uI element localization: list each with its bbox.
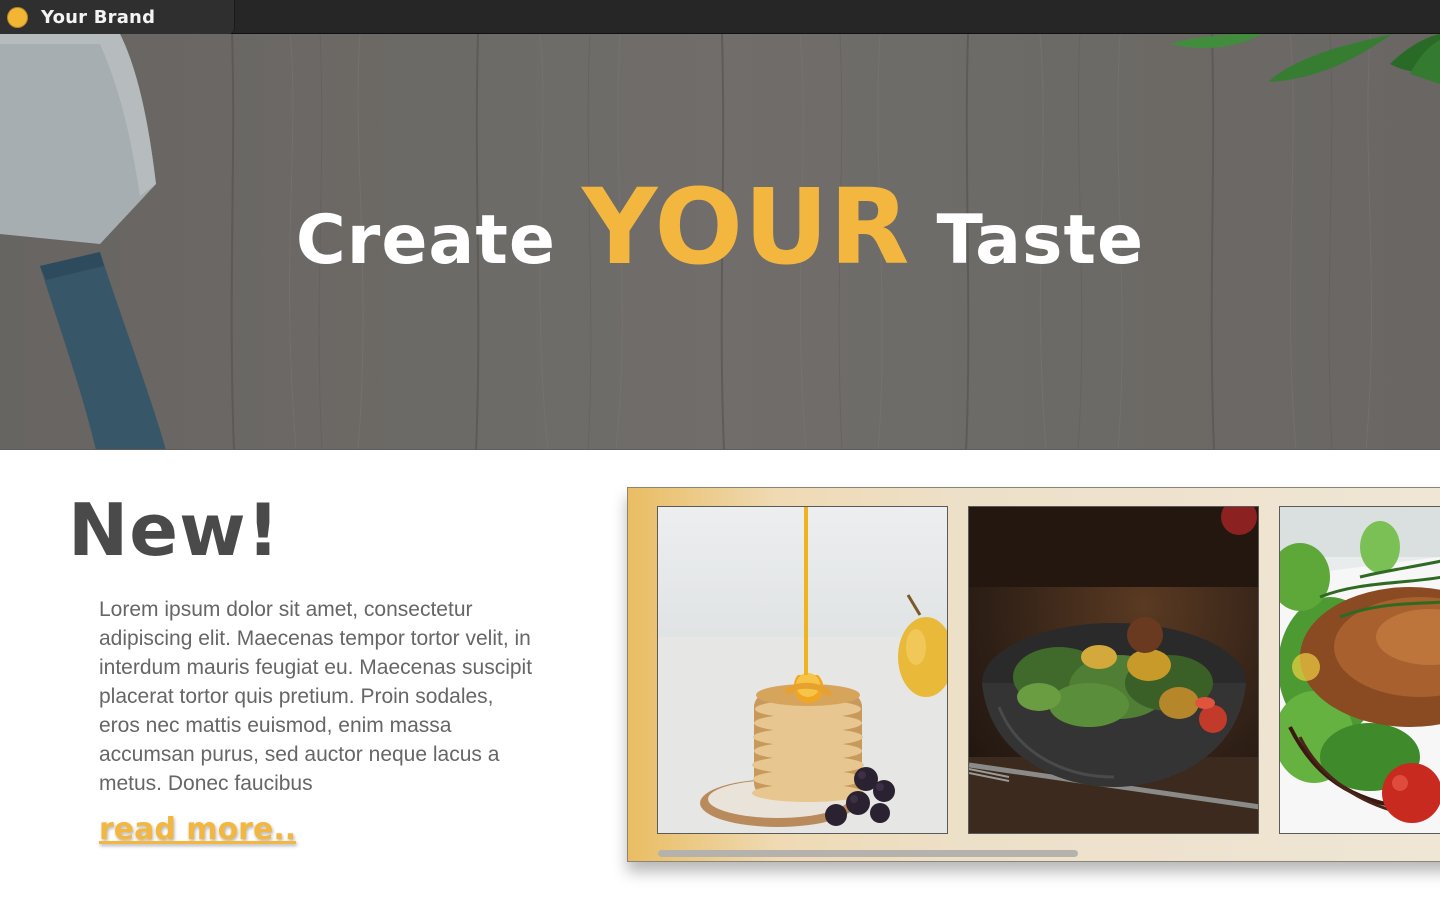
salad-bowl-photo [969,507,1258,833]
read-more-link[interactable]: read more.. [99,812,296,847]
brand-name: Your Brand [41,6,156,28]
pancakes-photo [658,507,947,833]
hero-title-word-create: Create [295,201,556,280]
brand-tab[interactable]: Your Brand [0,0,235,34]
feature-heading: New! [68,488,281,572]
feature-body: Lorem ipsum dolor sit amet, consectetur … [99,598,533,795]
top-bar: Your Brand [0,0,1440,34]
hero-title-word-taste: Taste [936,201,1145,280]
salmon-plate-photo [1280,507,1440,833]
hero-banner: Create YOUR Taste [0,34,1440,450]
gallery-photo-salmon[interactable] [1279,506,1440,834]
brand-dot-icon [7,6,28,28]
hero-title-word-your: YOUR [581,166,911,288]
hero-title: Create YOUR Taste [0,166,1440,288]
gallery-photo-pancakes[interactable] [657,506,948,834]
gallery-photo-salad[interactable] [968,506,1259,834]
gallery-scrollbar[interactable] [658,850,1078,857]
photo-gallery [627,487,1440,862]
